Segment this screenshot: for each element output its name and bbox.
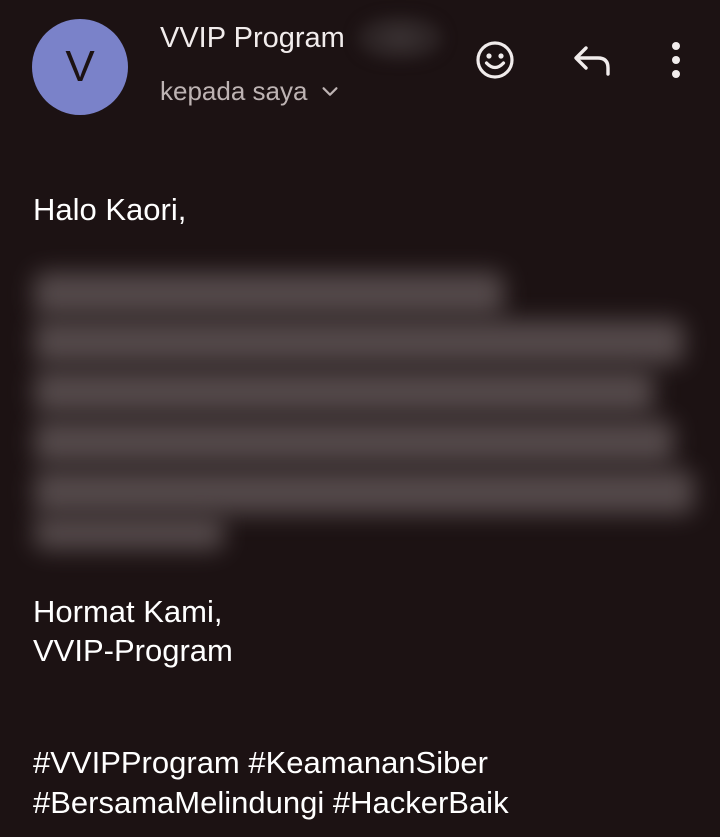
more-options-button[interactable]	[652, 36, 700, 84]
email-view: V VVIP Program kepada saya Halo Kaori, H…	[0, 0, 720, 837]
email-hashtags: #VVIPProgram #KeamananSiber #BersamaMeli…	[33, 743, 509, 823]
redacted-email-body	[26, 258, 696, 558]
sender-name[interactable]: VVIP Program	[160, 22, 345, 55]
recipient-label: kepada saya	[160, 76, 308, 106]
hashtags-line: #VVIPProgram #KeamananSiber	[33, 745, 488, 780]
more-vert-icon	[672, 42, 680, 78]
redacted-sender-address	[355, 14, 445, 62]
avatar-letter: V	[65, 42, 95, 91]
reply-button[interactable]	[568, 36, 616, 84]
email-greeting: Halo Kaori,	[33, 192, 187, 227]
chevron-down-icon	[322, 86, 338, 96]
add-reaction-icon	[476, 41, 514, 79]
email-signoff: Hormat Kami, VVIP-Program	[33, 592, 233, 670]
recipient-toggle[interactable]: kepada saya	[160, 76, 341, 107]
add-reaction-button[interactable]	[471, 36, 519, 84]
hashtags-line: #BersamaMelindungi #HackerBaik	[33, 785, 509, 820]
reply-icon	[574, 46, 610, 76]
sender-avatar[interactable]: V	[32, 19, 128, 115]
signoff-line: Hormat Kami,	[33, 594, 223, 629]
signature-name: VVIP-Program	[33, 633, 233, 668]
email-header: V VVIP Program kepada saya	[0, 0, 720, 130]
